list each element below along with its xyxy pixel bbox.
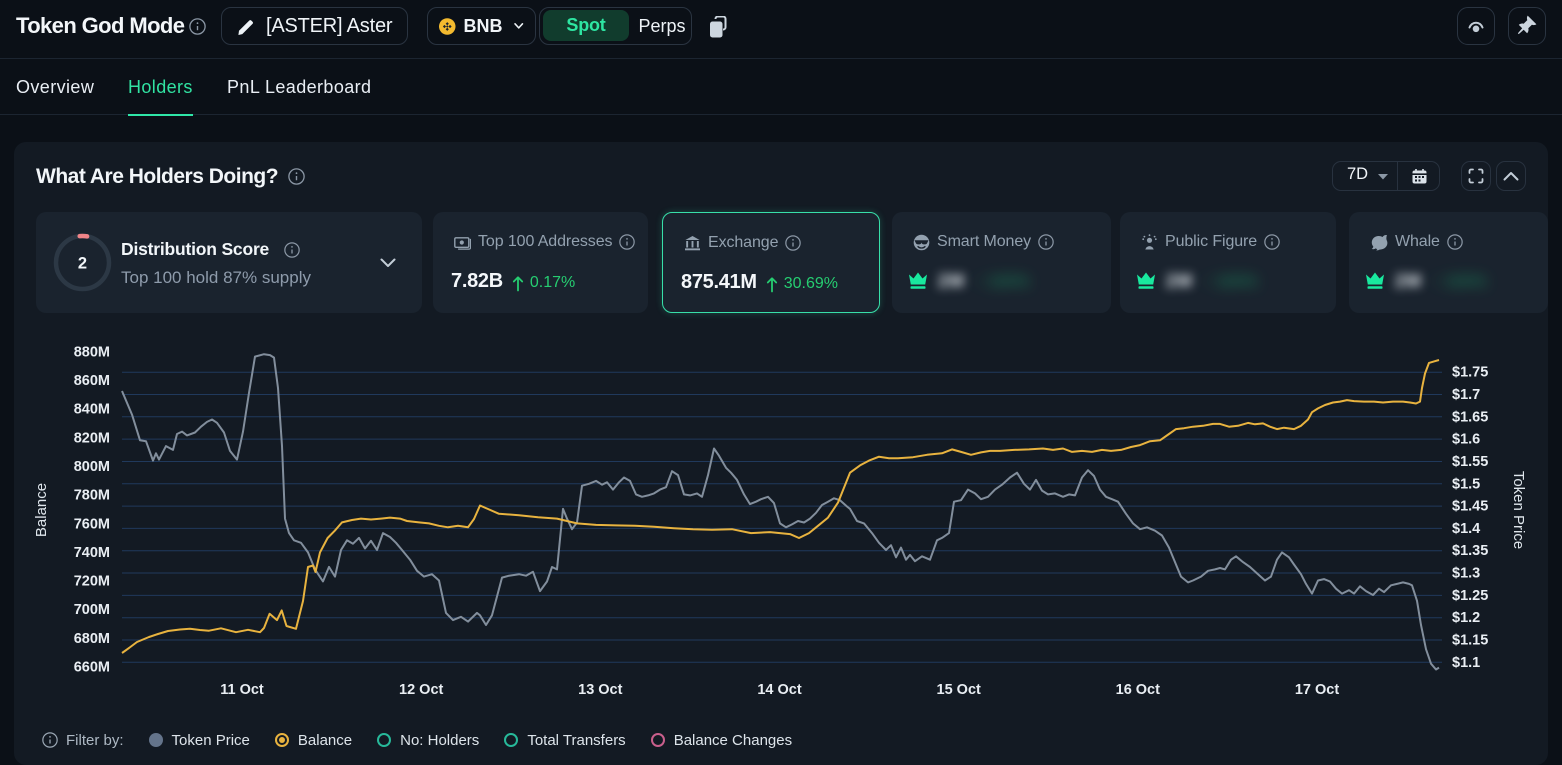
svg-text:2: 2 xyxy=(78,255,87,273)
